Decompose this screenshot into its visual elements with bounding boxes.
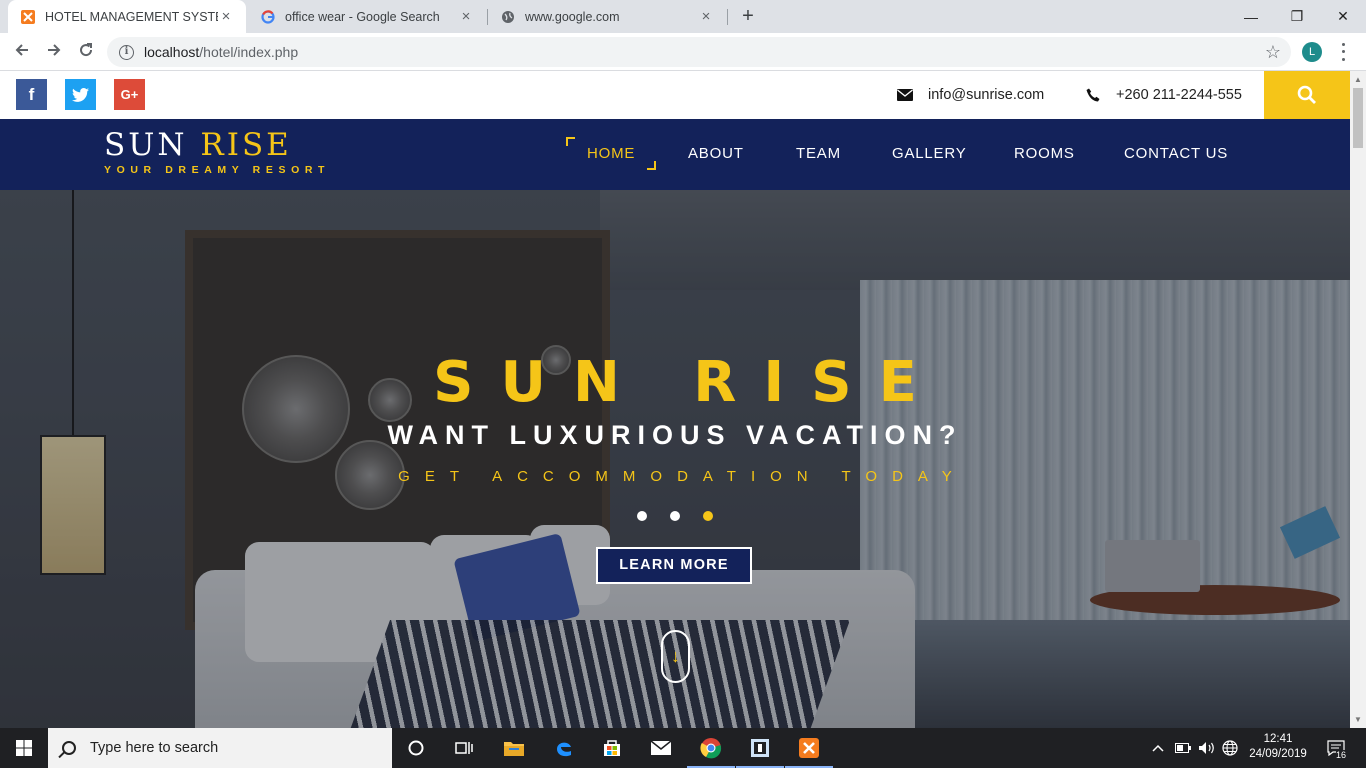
browser-menu-icon[interactable] <box>1336 41 1350 63</box>
battery-icon[interactable] <box>1175 728 1191 768</box>
microsoft-store-icon[interactable] <box>588 728 636 768</box>
taskbar-search-box[interactable]: Type here to search <box>48 728 392 768</box>
minimize-button[interactable]: — <box>1228 0 1274 33</box>
hero-slider: SUN RISE WANT LUXURIOUS VACATION? GET AC… <box>0 190 1350 728</box>
tab-google-search[interactable]: office wear - Google Search × <box>248 0 486 33</box>
search-icon <box>1297 85 1316 104</box>
address-bar[interactable]: i localhost/hotel/index.php ☆ <box>107 37 1291 67</box>
close-window-button[interactable]: ✕ <box>1320 0 1366 33</box>
hero-tagline: GET ACCOMMODATION TODAY <box>398 468 967 485</box>
google-plus-icon[interactable]: G+ <box>114 79 145 110</box>
google-icon <box>260 9 276 25</box>
hero-subtitle: WANT LUXURIOUS VACATION? <box>387 420 963 450</box>
chrome-icon[interactable] <box>687 728 735 768</box>
clock-date: 24/09/2019 <box>1249 748 1307 760</box>
tab-google-com[interactable]: www.google.com × <box>488 0 726 33</box>
page-scrollbar[interactable]: ▲ ▼ <box>1350 71 1366 728</box>
new-tab-button[interactable]: + <box>736 4 760 28</box>
cortana-icon[interactable] <box>392 728 440 768</box>
xampp-icon[interactable] <box>785 728 833 768</box>
scroll-up-arrow-icon[interactable]: ▲ <box>1354 75 1362 84</box>
tab-title: www.google.com <box>525 9 620 24</box>
scroll-down-arrow-icon[interactable]: ▼ <box>1354 715 1362 724</box>
windows-taskbar: Type here to search 12:41 24/09/2019 16 <box>0 728 1366 768</box>
edge-browser-icon[interactable] <box>540 728 588 768</box>
windows-logo-icon <box>16 740 32 756</box>
hero-title: SUN RISE <box>433 350 944 415</box>
tab-title: HOTEL MANAGEMENT SYSTEM <box>45 9 218 24</box>
notification-count-badge: 16 <box>1336 750 1347 760</box>
search-icon <box>62 741 76 755</box>
bracket-decoration <box>647 161 657 170</box>
nav-contact-us[interactable]: CONTACT US <box>1124 145 1228 162</box>
mail-icon[interactable] <box>637 728 685 768</box>
scroll-down-icon[interactable]: ↓ <box>661 630 690 683</box>
nav-links: HOME ABOUT TEAM GALLERY ROOMS CONTACT US <box>0 119 1350 190</box>
phone-text: +260 211-2244-555 <box>1116 87 1242 103</box>
tab-strip: HOTEL MANAGEMENT SYSTEM × office wear - … <box>0 0 1366 33</box>
slider-dots <box>0 511 1350 523</box>
tab-hotel-management[interactable]: HOTEL MANAGEMENT SYSTEM × <box>8 0 246 33</box>
task-view-icon[interactable] <box>440 728 488 768</box>
volume-icon[interactable] <box>1198 728 1216 768</box>
slider-dot-2[interactable] <box>670 511 680 521</box>
restore-button[interactable]: ❐ <box>1274 0 1320 33</box>
system-clock[interactable]: 12:41 24/09/2019 <box>1248 732 1308 762</box>
nav-about[interactable]: ABOUT <box>688 145 744 162</box>
app-window-icon[interactable] <box>736 728 784 768</box>
taskbar-search-placeholder: Type here to search <box>90 740 219 756</box>
slider-dot-3[interactable] <box>703 511 713 521</box>
site-search-button[interactable] <box>1264 71 1350 119</box>
tab-title: office wear - Google Search <box>285 9 440 24</box>
globe-icon <box>500 9 516 25</box>
bookmark-star-icon[interactable]: ☆ <box>1265 42 1281 63</box>
phone-contact[interactable]: +260 211-2244-555 <box>1084 87 1242 103</box>
windows-start-button[interactable] <box>0 728 48 768</box>
xampp-icon <box>20 9 36 25</box>
reload-icon <box>80 43 93 57</box>
url-text: localhost/hotel/index.php <box>144 44 299 60</box>
email-text: info@sunrise.com <box>928 87 1045 103</box>
nav-team[interactable]: TEAM <box>796 145 841 162</box>
nav-home[interactable]: HOME <box>566 137 657 170</box>
back-button[interactable] <box>10 40 34 64</box>
tab-separator <box>727 9 728 25</box>
main-navbar: SUN RISE YOUR DREAMY RESORT HOME ABOUT T… <box>0 119 1350 190</box>
browser-toolbar: i localhost/hotel/index.php ☆ L <box>0 33 1366 71</box>
nav-gallery[interactable]: GALLERY <box>892 145 967 162</box>
action-center-icon[interactable]: 16 <box>1324 728 1348 768</box>
top-bar: f G+ info@sunrise.com +260 211-2244-555 <box>0 71 1350 119</box>
profile-avatar[interactable]: L <box>1302 42 1322 62</box>
phone-icon <box>1084 88 1102 102</box>
learn-more-button[interactable]: LEARN MORE <box>596 547 752 584</box>
bracket-decoration <box>566 137 575 146</box>
file-explorer-icon[interactable] <box>490 728 538 768</box>
close-tab-icon[interactable]: × <box>218 8 234 25</box>
network-globe-icon[interactable] <box>1222 728 1238 768</box>
info-icon[interactable]: i <box>119 44 134 60</box>
tray-chevron-icon[interactable] <box>1152 728 1164 768</box>
forward-button[interactable] <box>42 40 66 64</box>
facebook-icon[interactable]: f <box>16 79 47 110</box>
twitter-icon[interactable] <box>65 79 96 110</box>
scrollbar-thumb[interactable] <box>1353 88 1363 148</box>
web-page: f G+ info@sunrise.com +260 211-2244-555 … <box>0 71 1350 728</box>
arrow-left-icon <box>15 44 28 56</box>
envelope-icon <box>896 88 914 102</box>
slider-dot-1[interactable] <box>637 511 647 521</box>
arrow-right-icon <box>48 44 61 56</box>
reload-button[interactable] <box>74 40 98 64</box>
close-tab-icon[interactable]: × <box>698 8 714 25</box>
nav-rooms[interactable]: ROOMS <box>1014 145 1075 162</box>
email-contact[interactable]: info@sunrise.com <box>896 87 1044 103</box>
clock-time: 12:41 <box>1263 733 1293 745</box>
close-tab-icon[interactable]: × <box>458 8 474 25</box>
